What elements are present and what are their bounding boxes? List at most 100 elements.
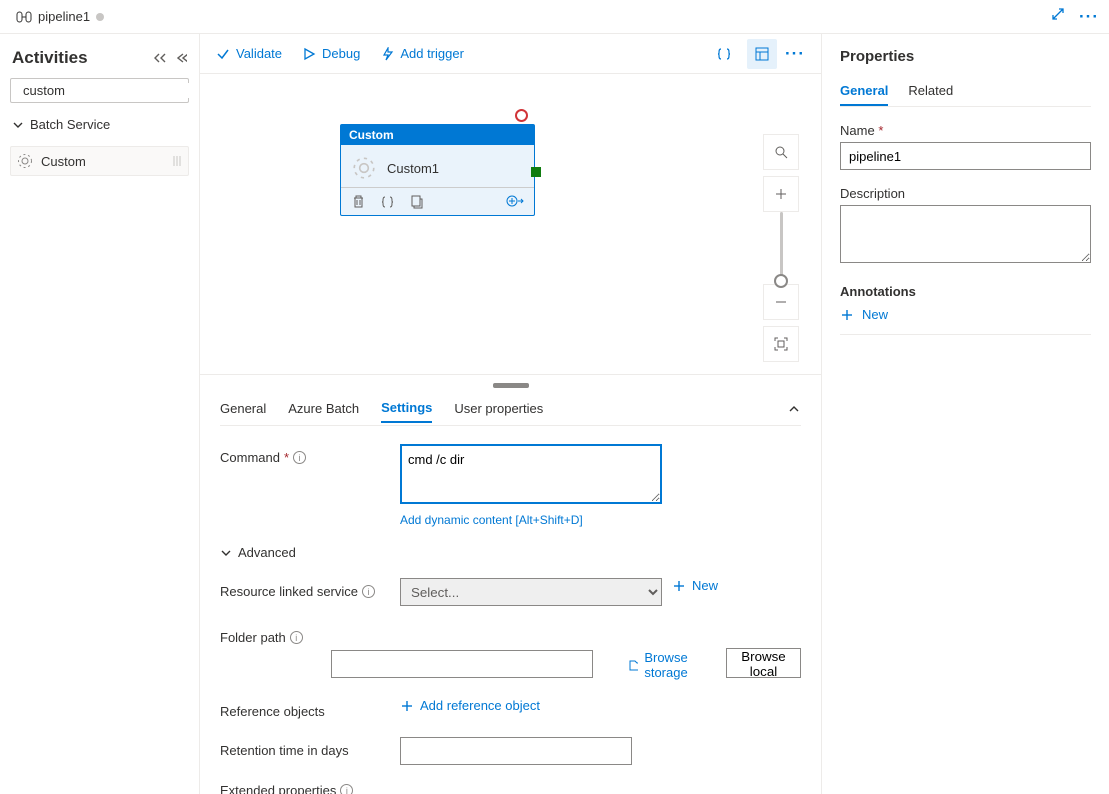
pipeline-canvas[interactable]: Custom Custom1	[200, 74, 821, 374]
activity-node-custom1[interactable]: Custom Custom1	[340, 124, 535, 216]
validate-button[interactable]: Validate	[216, 46, 282, 61]
check-icon	[216, 47, 230, 61]
debug-button[interactable]: Debug	[302, 46, 360, 61]
new-label: New	[692, 578, 718, 593]
editor-tab[interactable]: pipeline1	[6, 0, 114, 33]
debug-label: Debug	[322, 46, 360, 61]
pipeline-name-input[interactable]	[840, 142, 1091, 170]
delete-node-button[interactable]	[351, 194, 366, 209]
clone-node-button[interactable]	[409, 194, 424, 209]
braces-icon	[716, 46, 732, 62]
new-annotation-button[interactable]: New	[840, 307, 1091, 335]
info-icon[interactable]: i	[340, 784, 353, 794]
info-icon[interactable]: i	[290, 631, 303, 644]
code-view-button[interactable]	[709, 39, 739, 69]
properties-icon	[754, 46, 770, 62]
bottom-tab-settings[interactable]: Settings	[381, 394, 432, 423]
props-tab-related[interactable]: Related	[908, 77, 953, 106]
zoom-in-button[interactable]	[763, 176, 799, 212]
new-linked-service-button[interactable]: New	[672, 578, 718, 593]
activities-search[interactable]	[10, 78, 189, 103]
name-field-label: Name *	[840, 123, 1091, 138]
collapse-panel-button[interactable]	[787, 402, 801, 416]
dirty-indicator-icon	[96, 13, 104, 21]
add-reference-object-button[interactable]: Add reference object	[400, 698, 540, 713]
command-input[interactable]: cmd /c dir	[400, 444, 662, 504]
node-type-label: Custom	[341, 125, 534, 145]
info-icon[interactable]: i	[362, 585, 375, 598]
browse-local-button[interactable]: Browse local	[726, 648, 801, 678]
folder-path-label: Folder path i	[220, 624, 321, 645]
new-annotation-label: New	[862, 307, 888, 322]
toolbar-more-icon[interactable]: ···	[785, 44, 805, 64]
expand-icon[interactable]	[1051, 7, 1065, 27]
pipeline-icon	[16, 10, 32, 24]
gear-icon	[17, 153, 33, 169]
add-reference-label: Add reference object	[420, 698, 540, 713]
search-icon	[774, 145, 788, 159]
add-trigger-button[interactable]: Add trigger	[380, 46, 464, 61]
bottom-tab-general[interactable]: General	[220, 395, 266, 422]
validation-error-icon	[515, 109, 528, 122]
minus-icon	[774, 295, 788, 309]
hide-panel-icon[interactable]	[177, 52, 187, 64]
editor-tab-label: pipeline1	[38, 9, 90, 24]
activities-title: Activities	[12, 48, 88, 68]
plus-icon	[774, 187, 788, 201]
group-batch-service[interactable]: Batch Service	[10, 113, 189, 136]
group-label: Batch Service	[30, 117, 110, 132]
play-icon	[302, 47, 316, 61]
properties-button[interactable]	[747, 39, 777, 69]
trigger-label: Add trigger	[400, 46, 464, 61]
activity-item-custom[interactable]: Custom	[10, 146, 189, 176]
folder-path-input[interactable]	[331, 650, 593, 678]
advanced-label: Advanced	[238, 545, 296, 560]
pipeline-description-input[interactable]	[840, 205, 1091, 263]
drag-handle-icon	[172, 154, 182, 168]
panel-resize-handle[interactable]	[493, 383, 529, 388]
braces-icon	[380, 194, 395, 209]
zoom-slider-thumb[interactable]	[774, 274, 788, 288]
advanced-section-toggle[interactable]: Advanced	[220, 545, 801, 560]
zoom-out-button[interactable]	[763, 284, 799, 320]
browse-storage-button[interactable]: Browse storage	[629, 650, 696, 680]
properties-title: Properties	[840, 48, 1091, 65]
bottom-tab-user-properties[interactable]: User properties	[454, 395, 543, 422]
success-connector[interactable]	[531, 167, 541, 177]
validate-label: Validate	[236, 46, 282, 61]
node-code-button[interactable]	[380, 194, 395, 209]
plus-icon	[400, 699, 414, 713]
fit-icon	[773, 336, 789, 352]
node-title: Custom1	[387, 161, 439, 176]
chevron-up-icon	[787, 402, 801, 416]
add-dynamic-content-link[interactable]: Add dynamic content [Alt+Shift+D]	[400, 513, 662, 527]
extended-properties-label: Extended properties i	[220, 783, 801, 794]
activity-item-label: Custom	[41, 154, 86, 169]
command-label: Command* i	[220, 444, 390, 465]
fit-to-screen-button[interactable]	[763, 326, 799, 362]
chevron-down-icon	[12, 119, 24, 131]
reference-objects-label: Reference objects	[220, 698, 390, 719]
props-tab-general[interactable]: General	[840, 77, 888, 106]
collapse-all-icon[interactable]	[153, 52, 167, 64]
gear-icon	[351, 155, 377, 181]
add-output-icon	[506, 194, 524, 209]
info-icon[interactable]: i	[293, 451, 306, 464]
trigger-icon	[380, 47, 394, 61]
canvas-search-button[interactable]	[763, 134, 799, 170]
retention-time-label: Retention time in days	[220, 737, 390, 758]
annotations-label: Annotations	[840, 284, 1091, 299]
plus-icon	[840, 308, 854, 322]
more-actions-icon[interactable]: ···	[1079, 7, 1099, 27]
folder-icon	[629, 658, 638, 672]
retention-time-input[interactable]	[400, 737, 632, 765]
resource-linked-service-label: Resource linked service i	[220, 578, 390, 599]
activities-search-input[interactable]	[23, 83, 199, 98]
resource-linked-service-select[interactable]: Select...	[400, 578, 662, 606]
chevron-down-icon	[220, 547, 232, 559]
bottom-tab-azure-batch[interactable]: Azure Batch	[288, 395, 359, 422]
zoom-slider[interactable]	[780, 212, 783, 284]
node-add-output-button[interactable]	[506, 194, 524, 209]
copy-icon	[409, 194, 424, 209]
plus-icon	[672, 579, 686, 593]
